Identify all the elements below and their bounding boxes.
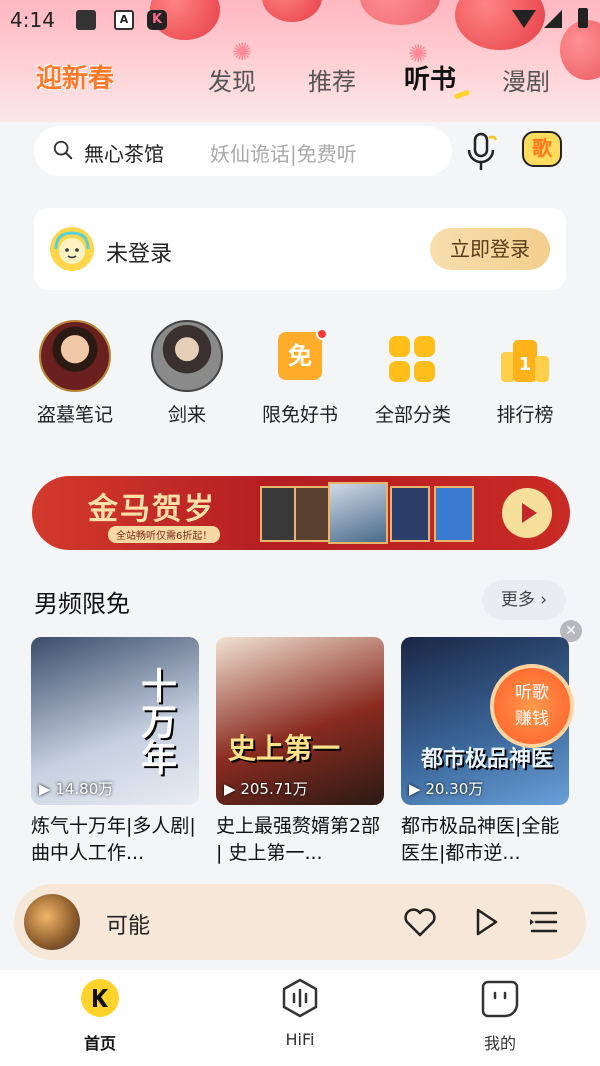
banner-title: 金马贺岁 <box>88 492 216 527</box>
heart-icon[interactable] <box>402 904 438 940</box>
signal-icon <box>544 10 562 28</box>
nav-hifi[interactable]: HiFi <box>250 978 350 1049</box>
book-card[interactable]: 史上第一 ▶ 205.71万 史上最强赘婿第2部 | 史上第一... <box>216 637 384 867</box>
nav-mine[interactable]: 我的 <box>450 978 550 1054</box>
daomu-portrait-icon <box>39 320 111 392</box>
play-count-value: 205.71万 <box>240 780 308 798</box>
festive-header: ✺ ✺ 4:14 A K 迎新春 发现 推荐 听书 漫剧 <box>0 0 600 122</box>
play-count: ▶ 20.30万 <box>409 780 484 798</box>
earn-badge-line1: 听歌 <box>515 683 549 703</box>
tab-discover[interactable]: 发现 <box>208 62 256 97</box>
login-card[interactable]: 未登录 立即登录 <box>34 208 566 290</box>
book-title: 都市极品神医|全能医生|都市逆... <box>401 815 560 864</box>
rank-icon-wrap: 1 <box>489 320 561 392</box>
status-bar: 4:14 A K <box>0 0 600 40</box>
play-count-value: 20.30万 <box>425 780 484 798</box>
quick-entry-all-categories[interactable]: 全部分类 <box>358 318 468 428</box>
quick-entry-label: 剑来 <box>167 404 206 426</box>
banner-subtitle: 全站畅听仅需6折起！ <box>108 526 221 543</box>
nav-mine-label: 我的 <box>483 1034 516 1053</box>
play-icon[interactable] <box>468 904 504 940</box>
banner-book-thumb <box>434 486 474 542</box>
new-badge-dot <box>316 328 328 340</box>
search-hint: 妖仙诡话|免费听 <box>210 142 357 166</box>
jianlai-portrait-icon <box>151 320 223 392</box>
quick-entry-label: 限免好书 <box>261 404 338 426</box>
quick-entry-label: 盗墓笔记 <box>36 404 113 426</box>
player-song-title: 可能 <box>106 914 151 939</box>
album-art <box>24 894 80 950</box>
earn-money-badge[interactable]: 听歌 赚钱 <box>490 664 574 748</box>
tab-audiobook[interactable]: 听书 <box>404 59 456 96</box>
book-card[interactable]: 十万年 ▶ 14.80万 炼气十万年|多人剧|曲中人工作... <box>31 637 199 867</box>
quick-entry-ranking[interactable]: 1 排行榜 <box>470 318 580 428</box>
photo-notification-icon <box>76 10 96 30</box>
play-count: ▶ 205.71万 <box>224 780 308 798</box>
hifi-icon <box>282 978 318 1018</box>
quick-entry-label: 排行榜 <box>496 404 554 426</box>
tab-comic-drama[interactable]: 漫剧 <box>502 62 550 97</box>
active-tab-indicator <box>453 89 471 100</box>
profile-icon <box>481 980 519 1018</box>
a-notification-icon: A <box>114 10 134 30</box>
login-status: 未登录 <box>106 242 173 267</box>
book-title: 史上最强赘婿第2部 | 史上第一... <box>216 815 381 864</box>
nav-hifi-label: HiFi <box>285 1030 315 1049</box>
bottom-nav: 首页 HiFi 我的 <box>0 970 600 1066</box>
nav-home[interactable]: 首页 <box>50 978 150 1054</box>
search-icon <box>53 140 73 160</box>
login-button[interactable]: 立即登录 <box>430 228 550 270</box>
search-bar[interactable]: 無心茶馆 妖仙诡话|免费听 <box>34 126 452 176</box>
avatar <box>50 227 94 271</box>
top-nav: 迎新春 发现 推荐 听书 漫剧 <box>0 56 600 100</box>
more-button[interactable]: 更多 › <box>482 580 566 620</box>
mascot-icon <box>54 231 90 264</box>
banner-book-thumb <box>328 482 388 544</box>
tab-recommend[interactable]: 推荐 <box>308 62 356 97</box>
quick-entry-jianlai[interactable]: 剑来 <box>132 318 242 428</box>
cover-title-art: 十万年 <box>135 667 176 775</box>
mini-player[interactable]: 可能 <box>14 884 586 960</box>
song-button[interactable]: 歌 <box>522 131 562 167</box>
play-count: ▶ 14.80万 <box>39 780 114 798</box>
cover-title-art: 史上第一 <box>228 732 341 765</box>
wifi-icon <box>512 10 536 28</box>
festival-tab[interactable]: 迎新春 <box>36 58 114 95</box>
home-icon <box>81 979 119 1017</box>
playlist-icon[interactable] <box>526 904 562 940</box>
banner-play-button[interactable] <box>502 488 552 538</box>
grid-icon-wrap <box>377 320 449 392</box>
free-icon: 免 <box>278 332 322 380</box>
song-recognition-mic-icon[interactable] <box>462 130 502 174</box>
battery-icon <box>578 8 588 28</box>
play-count-value: 14.80万 <box>55 780 114 798</box>
play-icon <box>522 503 537 523</box>
quick-entry-label: 全部分类 <box>374 404 451 426</box>
quick-entry-free-books[interactable]: 免 限免好书 <box>245 318 355 428</box>
status-time: 4:14 <box>10 8 55 32</box>
book-title: 炼气十万年|多人剧|曲中人工作... <box>31 815 196 864</box>
promo-banner[interactable]: 金马贺岁 全站畅听仅需6折起！ <box>32 476 570 550</box>
earn-badge-line2: 赚钱 <box>515 709 549 729</box>
book-cover: 史上第一 ▶ 205.71万 <box>216 637 384 805</box>
banner-book-thumb <box>390 486 430 542</box>
rank-icon: 1 <box>501 340 549 382</box>
quick-entry-daomu[interactable]: 盗墓笔记 <box>20 318 130 428</box>
book-cover: 十万年 ▶ 14.80万 <box>31 637 199 805</box>
search-keyword: 無心茶馆 <box>84 142 164 166</box>
app-notification-icon: K <box>147 10 167 30</box>
free-books-icon-wrap: 免 <box>264 320 336 392</box>
rank-glyph: 1 <box>519 354 532 375</box>
nav-home-label: 首页 <box>83 1034 116 1053</box>
grid-icon <box>389 336 437 384</box>
section-title: 男频限免 <box>34 590 130 618</box>
